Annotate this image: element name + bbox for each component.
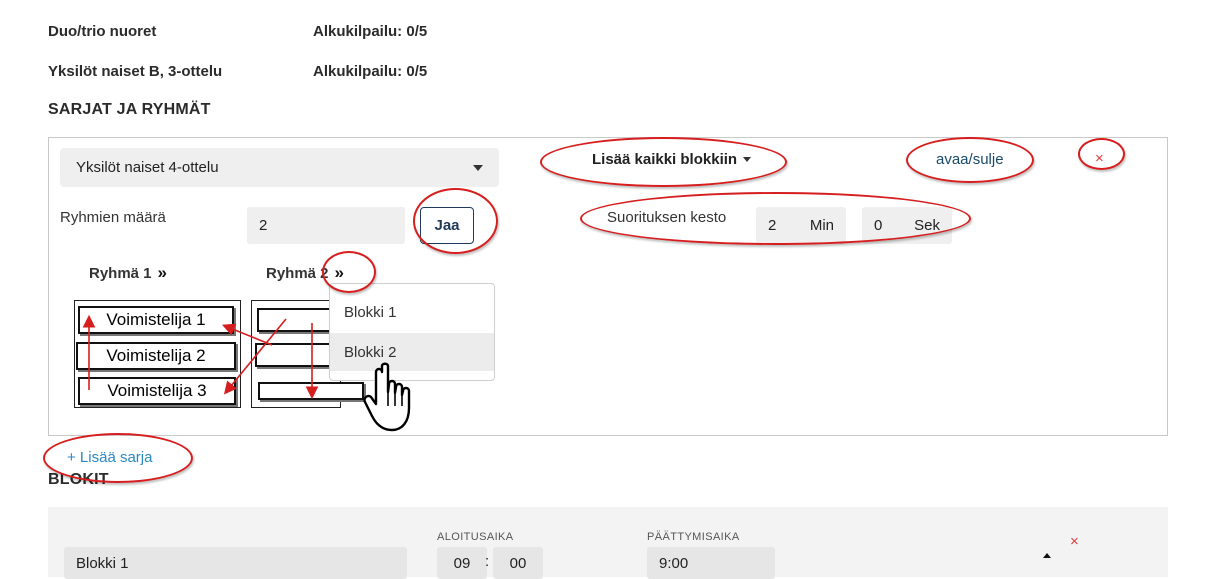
hand-pointer-icon bbox=[363, 362, 411, 432]
annotation-arrows bbox=[82, 314, 319, 400]
annotation-arrow bbox=[222, 323, 273, 346]
